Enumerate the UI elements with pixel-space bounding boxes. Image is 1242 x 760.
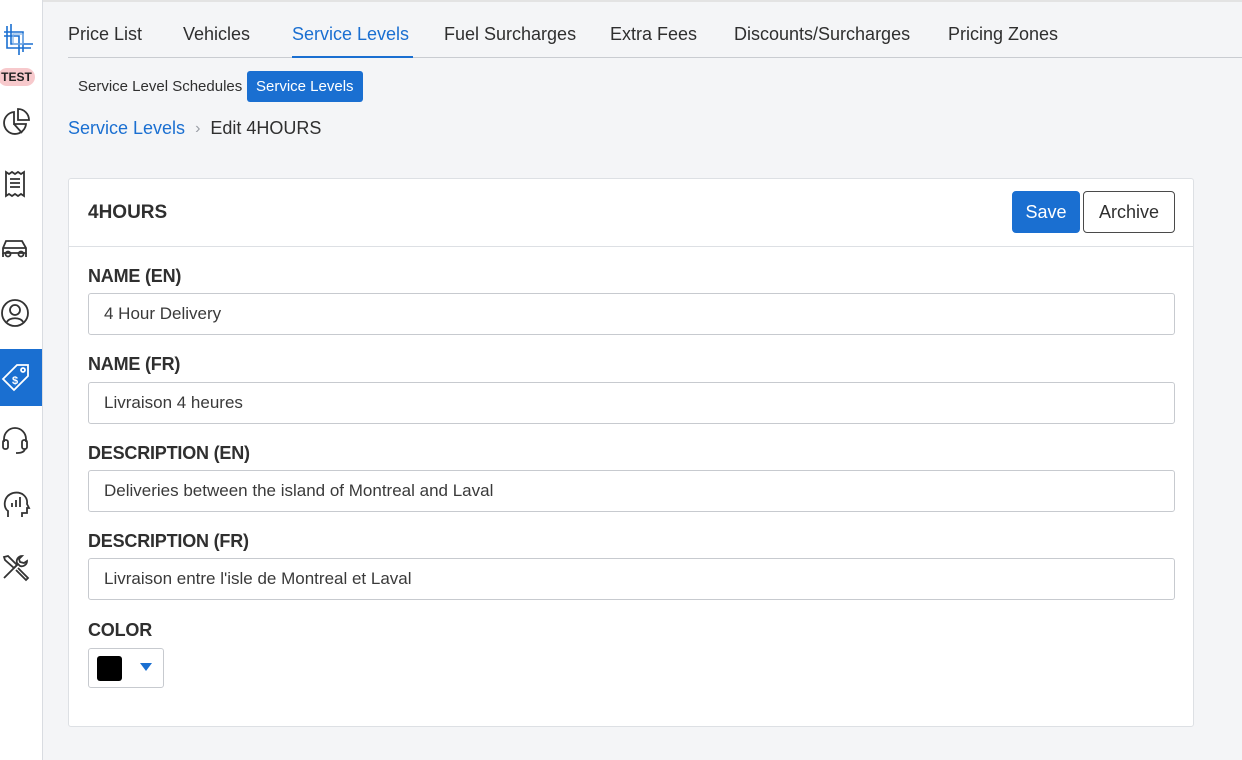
caret-down-icon bbox=[140, 663, 152, 671]
price-tag-icon[interactable]: $ bbox=[0, 349, 42, 406]
name-en-label: NAME (EN) bbox=[88, 266, 182, 286]
description-fr-label: DESCRIPTION (FR) bbox=[88, 531, 249, 551]
name-fr-label: NAME (FR) bbox=[88, 354, 181, 374]
subtab-service-level-schedules[interactable]: Service Level Schedules bbox=[69, 71, 251, 102]
archive-button[interactable]: Archive bbox=[1083, 191, 1175, 233]
description-fr-field[interactable] bbox=[88, 558, 1175, 600]
headset-icon[interactable] bbox=[0, 420, 42, 460]
page-title: 4HOURS bbox=[88, 202, 168, 223]
color-swatch bbox=[97, 656, 122, 681]
tools-icon[interactable] bbox=[0, 548, 42, 588]
breadcrumb-current: Edit 4HOURS bbox=[210, 118, 322, 138]
test-badge: TEST bbox=[0, 68, 35, 86]
tab-vehicles[interactable]: Vehicles bbox=[183, 24, 250, 58]
name-en-field[interactable] bbox=[88, 293, 1175, 335]
user-icon[interactable] bbox=[0, 293, 42, 333]
save-button[interactable]: Save bbox=[1012, 191, 1080, 233]
chart-pie-icon[interactable] bbox=[0, 102, 42, 142]
breadcrumb: Service Levels › Edit 4HOURS bbox=[68, 118, 321, 139]
tab-service-levels[interactable]: Service Levels bbox=[292, 24, 414, 58]
svg-text:$: $ bbox=[12, 375, 18, 387]
tab-fuel-surcharges[interactable]: Fuel Surcharges bbox=[444, 24, 576, 58]
logo-icon[interactable] bbox=[1, 22, 35, 56]
service-level-card: 4HOURS Save Archive NAME (EN) NAME (FR) … bbox=[68, 178, 1194, 727]
card-header: 4HOURS Save Archive bbox=[69, 179, 1193, 247]
tab-bar: Price List Vehicles Service Levels Fuel … bbox=[68, 0, 1242, 58]
breadcrumb-parent-link[interactable]: Service Levels bbox=[68, 118, 185, 139]
name-fr-field[interactable] bbox=[88, 382, 1175, 424]
description-en-label: DESCRIPTION (EN) bbox=[88, 443, 250, 463]
analytics-head-icon[interactable] bbox=[0, 484, 42, 524]
tab-price-list[interactable]: Price List bbox=[68, 24, 142, 58]
sidebar: TEST $ bbox=[0, 0, 43, 760]
description-en-field[interactable] bbox=[88, 470, 1175, 512]
color-label: COLOR bbox=[88, 620, 152, 640]
car-icon[interactable] bbox=[0, 229, 42, 269]
color-picker[interactable] bbox=[88, 648, 164, 688]
tab-discounts-surcharges[interactable]: Discounts/Surcharges bbox=[734, 24, 910, 58]
tab-extra-fees[interactable]: Extra Fees bbox=[610, 24, 697, 58]
subtab-service-levels[interactable]: Service Levels bbox=[247, 71, 363, 102]
tab-pricing-zones[interactable]: Pricing Zones bbox=[948, 24, 1058, 58]
chevron-right-icon: › bbox=[195, 119, 201, 137]
receipt-icon[interactable] bbox=[0, 164, 42, 204]
